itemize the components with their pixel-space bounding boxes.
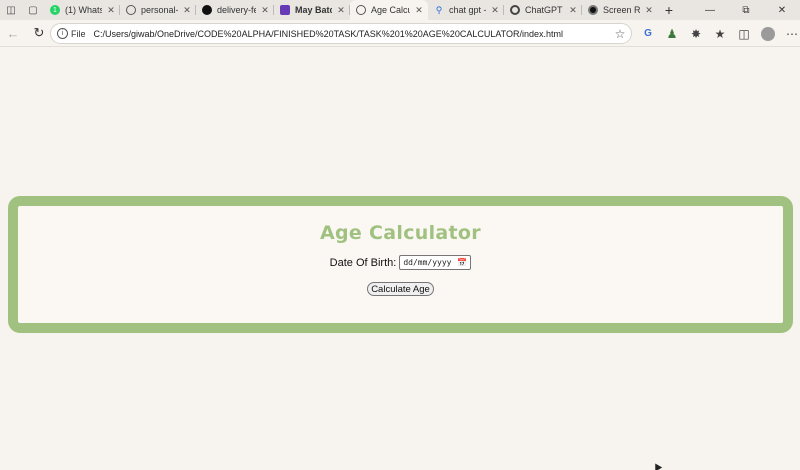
tab-label: (1) WhatsAp [65,5,102,15]
date-of-birth-input[interactable]: dd/mm/yyyy 📅 [399,255,472,270]
tab-label: delivery-fe [217,5,256,15]
workspaces-icon[interactable]: ◫ [0,0,22,20]
record-icon [588,5,598,15]
forms-icon [280,5,290,15]
tab-strip: ◫ ▢ 1 (1) WhatsAp ✕ personal-p ✕ deliver… [0,0,800,20]
browser-toolbar: ← ↻ i File C:/Users/giwab/OneDrive/CODE%… [0,20,800,47]
tab-label: May Batch [295,5,332,15]
avatar [761,26,775,41]
window-controls: — ⧉ ✕ [692,0,800,20]
tab-chatgpt[interactable]: ChatGPT | C ✕ [504,0,582,20]
reload-icon[interactable]: ↻ [26,20,52,46]
close-tab-icon[interactable]: ✕ [260,5,270,16]
tab-whatsapp[interactable]: 1 (1) WhatsAp ✕ [44,0,120,20]
globe-icon [356,5,366,15]
collections-icon[interactable]: ◫ [732,22,756,46]
close-tab-icon[interactable]: ✕ [644,5,654,16]
chatgpt-icon [510,5,520,15]
tab-age-calculator[interactable]: Age Calcula ✕ [350,0,428,20]
tab-label: chat gpt - S [449,5,486,15]
tab-chat-gpt-search[interactable]: ⚲ chat gpt - S ✕ [428,0,504,20]
address-bar[interactable]: i File C:/Users/giwab/OneDrive/CODE%20AL… [50,23,632,44]
search-icon: ⚲ [435,4,443,15]
tab-personal[interactable]: personal-p ✕ [120,0,196,20]
minimize-icon[interactable]: — [692,0,728,20]
back-arrow-icon[interactable]: ← [0,20,26,46]
whatsapp-icon: 1 [50,5,60,15]
page-title: Age Calculator [320,222,481,244]
close-tab-icon[interactable]: ✕ [414,5,424,16]
tab-may-batch[interactable]: May Batch ✕ [274,0,350,20]
more-menu-icon[interactable]: ⋯ [780,22,800,46]
tab-label: Age Calcula [371,5,410,15]
toolbar-extensions: G ♟ ✸ ★ ◫ ⋯ [636,20,800,47]
translate-icon[interactable]: G [636,22,660,46]
close-window-icon[interactable]: ✕ [764,0,800,20]
tab-label: ChatGPT | C [525,5,564,15]
close-tab-icon[interactable]: ✕ [336,5,346,16]
info-icon[interactable]: i [57,28,68,39]
close-tab-icon[interactable]: ✕ [182,5,192,16]
restore-icon[interactable]: ⧉ [728,0,764,20]
dob-row: Date Of Birth: dd/mm/yyyy 📅 [330,255,472,270]
mouse-cursor-icon [651,461,663,470]
scheme-label: File [71,28,86,39]
age-calculator-card: Age Calculator Date Of Birth: dd/mm/yyyy… [8,196,793,333]
dob-label: Date Of Birth: [329,256,397,269]
profile-extension-icon[interactable]: ♟ [660,22,684,46]
tab-actions-icon[interactable]: ▢ [22,0,44,20]
github-icon [202,5,212,15]
favorites-icon[interactable]: ★ [708,22,732,46]
tab-screen-recorder[interactable]: Screen Rec ✕ [582,0,658,20]
new-tab-button[interactable]: + [658,0,680,20]
tab-label: personal-p [141,5,178,15]
close-tab-icon[interactable]: ✕ [106,5,116,16]
favorite-star-icon[interactable]: ☆ [609,27,631,41]
calculate-age-button[interactable]: Calculate Age [367,282,434,296]
tab-label: Screen Rec [603,5,640,15]
date-placeholder: dd/mm/yyyy [403,258,452,267]
close-tab-icon[interactable]: ✕ [568,5,578,16]
tab-delivery[interactable]: delivery-fe ✕ [196,0,274,20]
extensions-puzzle-icon[interactable]: ✸ [684,22,708,46]
globe-icon [126,5,136,15]
calendar-icon[interactable]: 📅 [457,258,467,267]
profile-avatar[interactable] [756,22,780,46]
close-tab-icon[interactable]: ✕ [490,5,500,16]
url-text[interactable]: C:/Users/giwab/OneDrive/CODE%20ALPHA/FIN… [94,29,609,39]
